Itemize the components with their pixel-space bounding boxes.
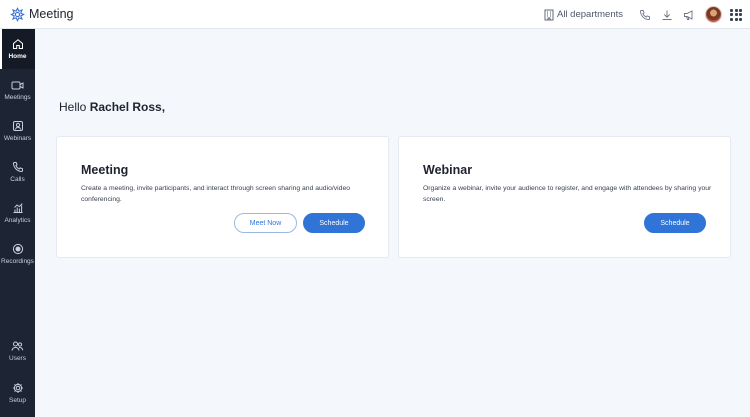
sidebar-item-label: Recordings [1,258,34,265]
megaphone-icon[interactable] [679,5,699,25]
phone-icon[interactable] [635,5,655,25]
sidebar-item-analytics[interactable]: Analytics [0,193,35,233]
sidebar-item-label: Webinars [3,135,32,142]
meeting-card-title: Meeting [81,163,129,177]
greeting: Hello Rachel Ross, [59,100,165,114]
schedule-meeting-button[interactable]: Schedule [303,213,365,233]
greeting-prefix: Hello [59,100,87,114]
meet-now-button[interactable]: Meet Now [234,213,297,233]
top-bar: Meeting All departments [0,0,750,29]
meeting-card-description: Create a meeting, invite participants, a… [81,185,351,203]
sidebar-item-label: Meetings [4,93,31,101]
sidebar-item-recordings[interactable]: Recordings [0,234,35,274]
top-right-controls: All departments [544,0,742,29]
meeting-logo-icon [10,6,25,22]
download-icon[interactable] [657,5,677,25]
building-icon [544,9,554,20]
sidebar-item-label: Home [8,53,27,60]
webinar-card: Webinar Organize a webinar, invite your … [398,136,731,258]
sidebar-item-label: Setup [9,397,26,404]
sidebar-item-webinars[interactable]: Webinars [0,111,35,151]
video-icon [11,81,24,89]
record-icon [12,243,23,255]
phone-icon [12,162,23,173]
department-label: All departments [556,9,623,20]
sidebar-item-calls[interactable]: Calls [0,152,35,192]
user-avatar[interactable] [705,6,722,23]
sidebar-item-label: Calls [10,176,25,183]
brand[interactable]: Meeting [10,6,74,22]
home-icon [12,39,23,49]
analytics-icon [13,203,23,213]
users-icon [11,341,24,351]
sidebar-item-label: Users [9,355,26,362]
sidebar-item-label: Analytics [4,217,31,224]
apps-grid-icon[interactable] [730,8,742,21]
meeting-card: Meeting Create a meeting, invite partici… [56,136,389,258]
webinar-icon [12,121,23,131]
sidebar: Home Meetings Webinars Calls Analytics R… [0,29,35,417]
sidebar-item-setup[interactable]: Setup [0,373,35,413]
gear-icon [12,383,23,393]
sidebar-item-home[interactable]: Home [0,29,35,69]
webinar-card-title: Webinar [423,163,473,177]
sidebar-item-users[interactable]: Users [0,331,35,371]
webinar-card-description: Organize a webinar, invite your audience… [423,185,712,203]
department-selector[interactable]: All departments [544,9,623,21]
app-name: Meeting [29,7,74,21]
sidebar-item-meetings[interactable]: Meetings [0,70,35,110]
schedule-webinar-button[interactable]: Schedule [644,213,706,233]
greeting-user-name: Rachel Ross, [89,100,166,114]
